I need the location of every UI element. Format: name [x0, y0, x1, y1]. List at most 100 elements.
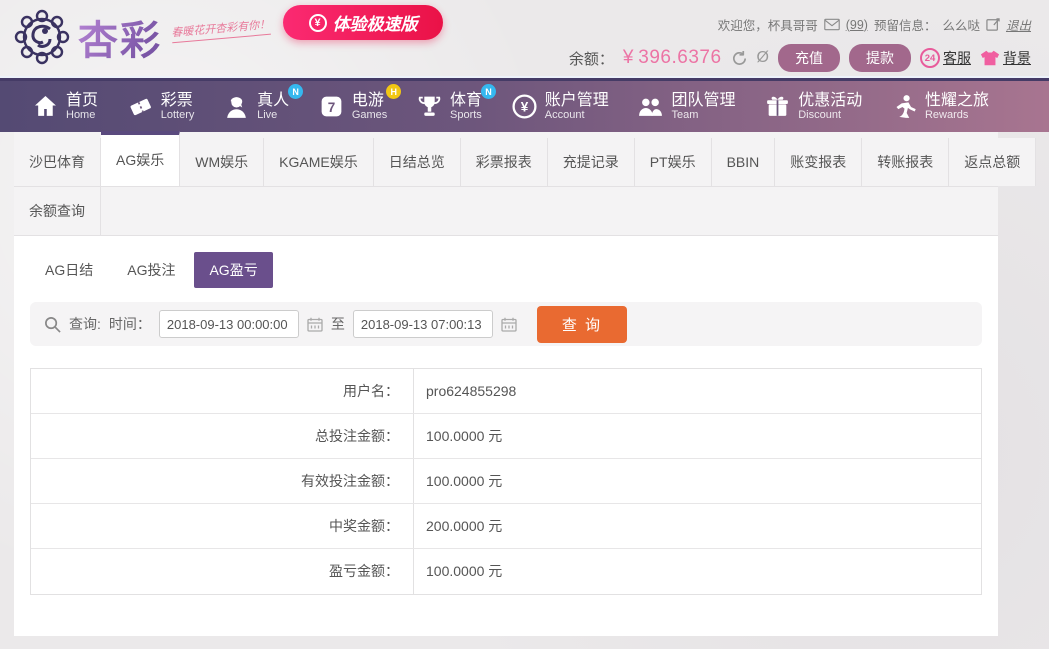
- nav-label-zh: 账户管理: [544, 92, 609, 109]
- row-label: 用户名：: [31, 369, 414, 413]
- time-from-input[interactable]: [158, 310, 299, 338]
- ag-subtabs: AG日结 AG投注 AG盈亏: [30, 248, 982, 302]
- time-to-input[interactable]: [352, 310, 493, 338]
- speed-version-label: 体验极速版: [332, 15, 418, 34]
- subtab-AG投注[interactable]: AG投注: [112, 252, 190, 288]
- nav-label-zh: 体育: [450, 92, 483, 109]
- balance-row: 余额： ¥ 396.6376 Ø 充值 提款 24 客服 背景: [569, 44, 1031, 72]
- nav-badge-n: N: [481, 84, 497, 99]
- nav-label-en: Lottery: [160, 109, 195, 121]
- nav-item-live[interactable]: 真人 Live N: [223, 84, 304, 121]
- subtab-AG日结[interactable]: AG日结: [30, 252, 108, 288]
- to-label: 至: [330, 316, 345, 332]
- tab-WM娱乐[interactable]: WM娱乐: [180, 138, 265, 186]
- nav-label-zh: 团队管理: [671, 92, 736, 109]
- nav-label-en: Games: [351, 109, 388, 121]
- report-tabs-row2: 余额查询: [14, 187, 998, 236]
- query-button[interactable]: 查 询: [536, 305, 628, 343]
- recharge-button[interactable]: 充值: [778, 44, 840, 72]
- logout-link[interactable]: 退出: [1006, 15, 1031, 34]
- withdraw-button[interactable]: 提款: [849, 44, 911, 72]
- user-bar: 欢迎您，杯具哥哥 (99) 预留信息： 么么哒 退出: [718, 15, 1031, 34]
- nav-label-zh: 优惠活动: [798, 92, 863, 109]
- background-link[interactable]: 背景: [980, 48, 1031, 68]
- home-icon: [34, 95, 56, 116]
- tab-日结总览[interactable]: 日结总览: [373, 138, 461, 186]
- tab-BBIN[interactable]: BBIN: [711, 138, 776, 186]
- mail-icon[interactable]: [823, 18, 840, 31]
- service-label: 客服: [943, 50, 971, 66]
- customer-service-link[interactable]: 24 客服: [920, 48, 971, 68]
- reserved-info-label: 预留信息：: [873, 19, 937, 33]
- row-label: 盈亏金额：: [31, 549, 414, 594]
- tab-PT娱乐[interactable]: PT娱乐: [634, 138, 712, 186]
- nav-label-en: Account: [544, 109, 585, 121]
- nav-label-en: Home: [66, 109, 96, 121]
- tab-账变报表[interactable]: 账变报表: [775, 138, 863, 186]
- nav-label-en: Live: [257, 109, 278, 121]
- balance-amount: ¥ 396.6376: [622, 47, 722, 68]
- edit-icon[interactable]: [986, 18, 1000, 31]
- row-label: 总投注金额：: [31, 414, 414, 458]
- nav-item-team[interactable]: 团队管理 Team: [637, 92, 736, 121]
- brand-logo[interactable]: 杏彩 春暖花开杏彩有你！: [14, 8, 271, 66]
- table-row: 盈亏金额： 100.0000 元: [31, 549, 981, 594]
- ticket-icon: [130, 98, 151, 116]
- svg-text:7: 7: [328, 100, 336, 115]
- background-label: 背景: [1003, 50, 1031, 66]
- mail-count-link[interactable]: (99): [846, 18, 868, 32]
- report-panel: AG日结AG投注AG盈亏 查询: 时间： 至 查 询 用户名： pro62485…: [14, 236, 998, 636]
- row-value: 200.0000 元: [426, 518, 503, 534]
- table-row: 用户名： pro624855298: [31, 369, 981, 414]
- nav-label-en: Team: [671, 109, 699, 121]
- nav-item-sports[interactable]: 体育 Sports N: [416, 84, 497, 121]
- nav-item-rewards[interactable]: 性耀之旅 Rewards: [891, 92, 989, 121]
- nav-label-en: Rewards: [924, 109, 969, 121]
- row-label: 中奖金额：: [31, 504, 414, 548]
- calendar-icon[interactable]: [501, 317, 517, 332]
- tab-KGAME娱乐[interactable]: KGAME娱乐: [264, 138, 374, 186]
- tshirt-icon: [980, 50, 1000, 66]
- nav-item-games[interactable]: 7 电游 Games H: [318, 84, 402, 121]
- nav-label-zh: 电游: [351, 92, 384, 109]
- nav-label-en: Discount: [798, 109, 842, 121]
- nav-item-home[interactable]: 首页 Home: [32, 92, 98, 121]
- table-row: 有效投注金额： 100.0000 元: [31, 459, 981, 504]
- nav-item-account[interactable]: ¥ 账户管理 Account: [511, 92, 609, 121]
- tab-余额查询[interactable]: 余额查询: [14, 187, 101, 235]
- hide-balance-icon[interactable]: Ø: [757, 50, 769, 66]
- brand-tagline: 春暖花开杏彩有你！: [170, 15, 271, 43]
- lotus-emblem-icon: [14, 9, 70, 65]
- tab-沙巴体育[interactable]: 沙巴体育: [14, 138, 101, 186]
- query-label: 查询:: [69, 316, 101, 332]
- row-value: 100.0000 元: [426, 428, 503, 444]
- table-row: 总投注金额： 100.0000 元: [31, 414, 981, 459]
- report-tabs-row1: 沙巴体育 AG娱乐 WM娱乐 KGAME娱乐 日结总览 彩票报表 充提记录 PT娱乐 BBIN 账…: [14, 131, 1037, 187]
- nav-label-zh: 性耀之旅: [924, 92, 989, 109]
- live-icon: [227, 97, 246, 118]
- games-icon: 7: [321, 96, 342, 117]
- row-label: 有效投注金额：: [31, 459, 414, 503]
- service-24h-icon: 24: [920, 48, 940, 68]
- refresh-icon[interactable]: [731, 50, 748, 67]
- row-value: pro624855298: [426, 383, 517, 399]
- balance-label: 余额：: [568, 50, 614, 68]
- search-icon: [45, 316, 61, 333]
- subtab-AG盈亏[interactable]: AG盈亏: [194, 252, 273, 288]
- table-row: 中奖金额： 200.0000 元: [31, 504, 981, 549]
- page-header: 杏彩 春暖花开杏彩有你！ ¥ 体验极速版 欢迎您，杯具哥哥 (99) 预留信息：…: [0, 0, 1049, 78]
- tab-彩票报表[interactable]: 彩票报表: [460, 138, 548, 186]
- nav-item-discount[interactable]: 优惠活动 Discount: [764, 92, 862, 121]
- tab-返点总额[interactable]: 返点总额: [949, 138, 1037, 186]
- main-nav: 首页 Home 彩票 Lottery 真人 Live N 7 电游 Games H 体…: [0, 78, 1049, 132]
- tab-充提记录[interactable]: 充提记录: [547, 138, 635, 186]
- tab-转账报表[interactable]: 转账报表: [862, 138, 950, 186]
- nav-label-en: Sports: [450, 109, 482, 121]
- nav-label-zh: 彩票: [160, 92, 193, 109]
- tab-AG娱乐[interactable]: AG娱乐: [101, 131, 181, 186]
- speed-version-badge[interactable]: ¥ 体验极速版: [283, 5, 443, 40]
- nav-item-lottery[interactable]: 彩票 Lottery: [127, 92, 195, 121]
- calendar-icon[interactable]: [307, 317, 323, 332]
- brand-name: 杏彩: [78, 8, 162, 66]
- team-icon: [639, 98, 663, 116]
